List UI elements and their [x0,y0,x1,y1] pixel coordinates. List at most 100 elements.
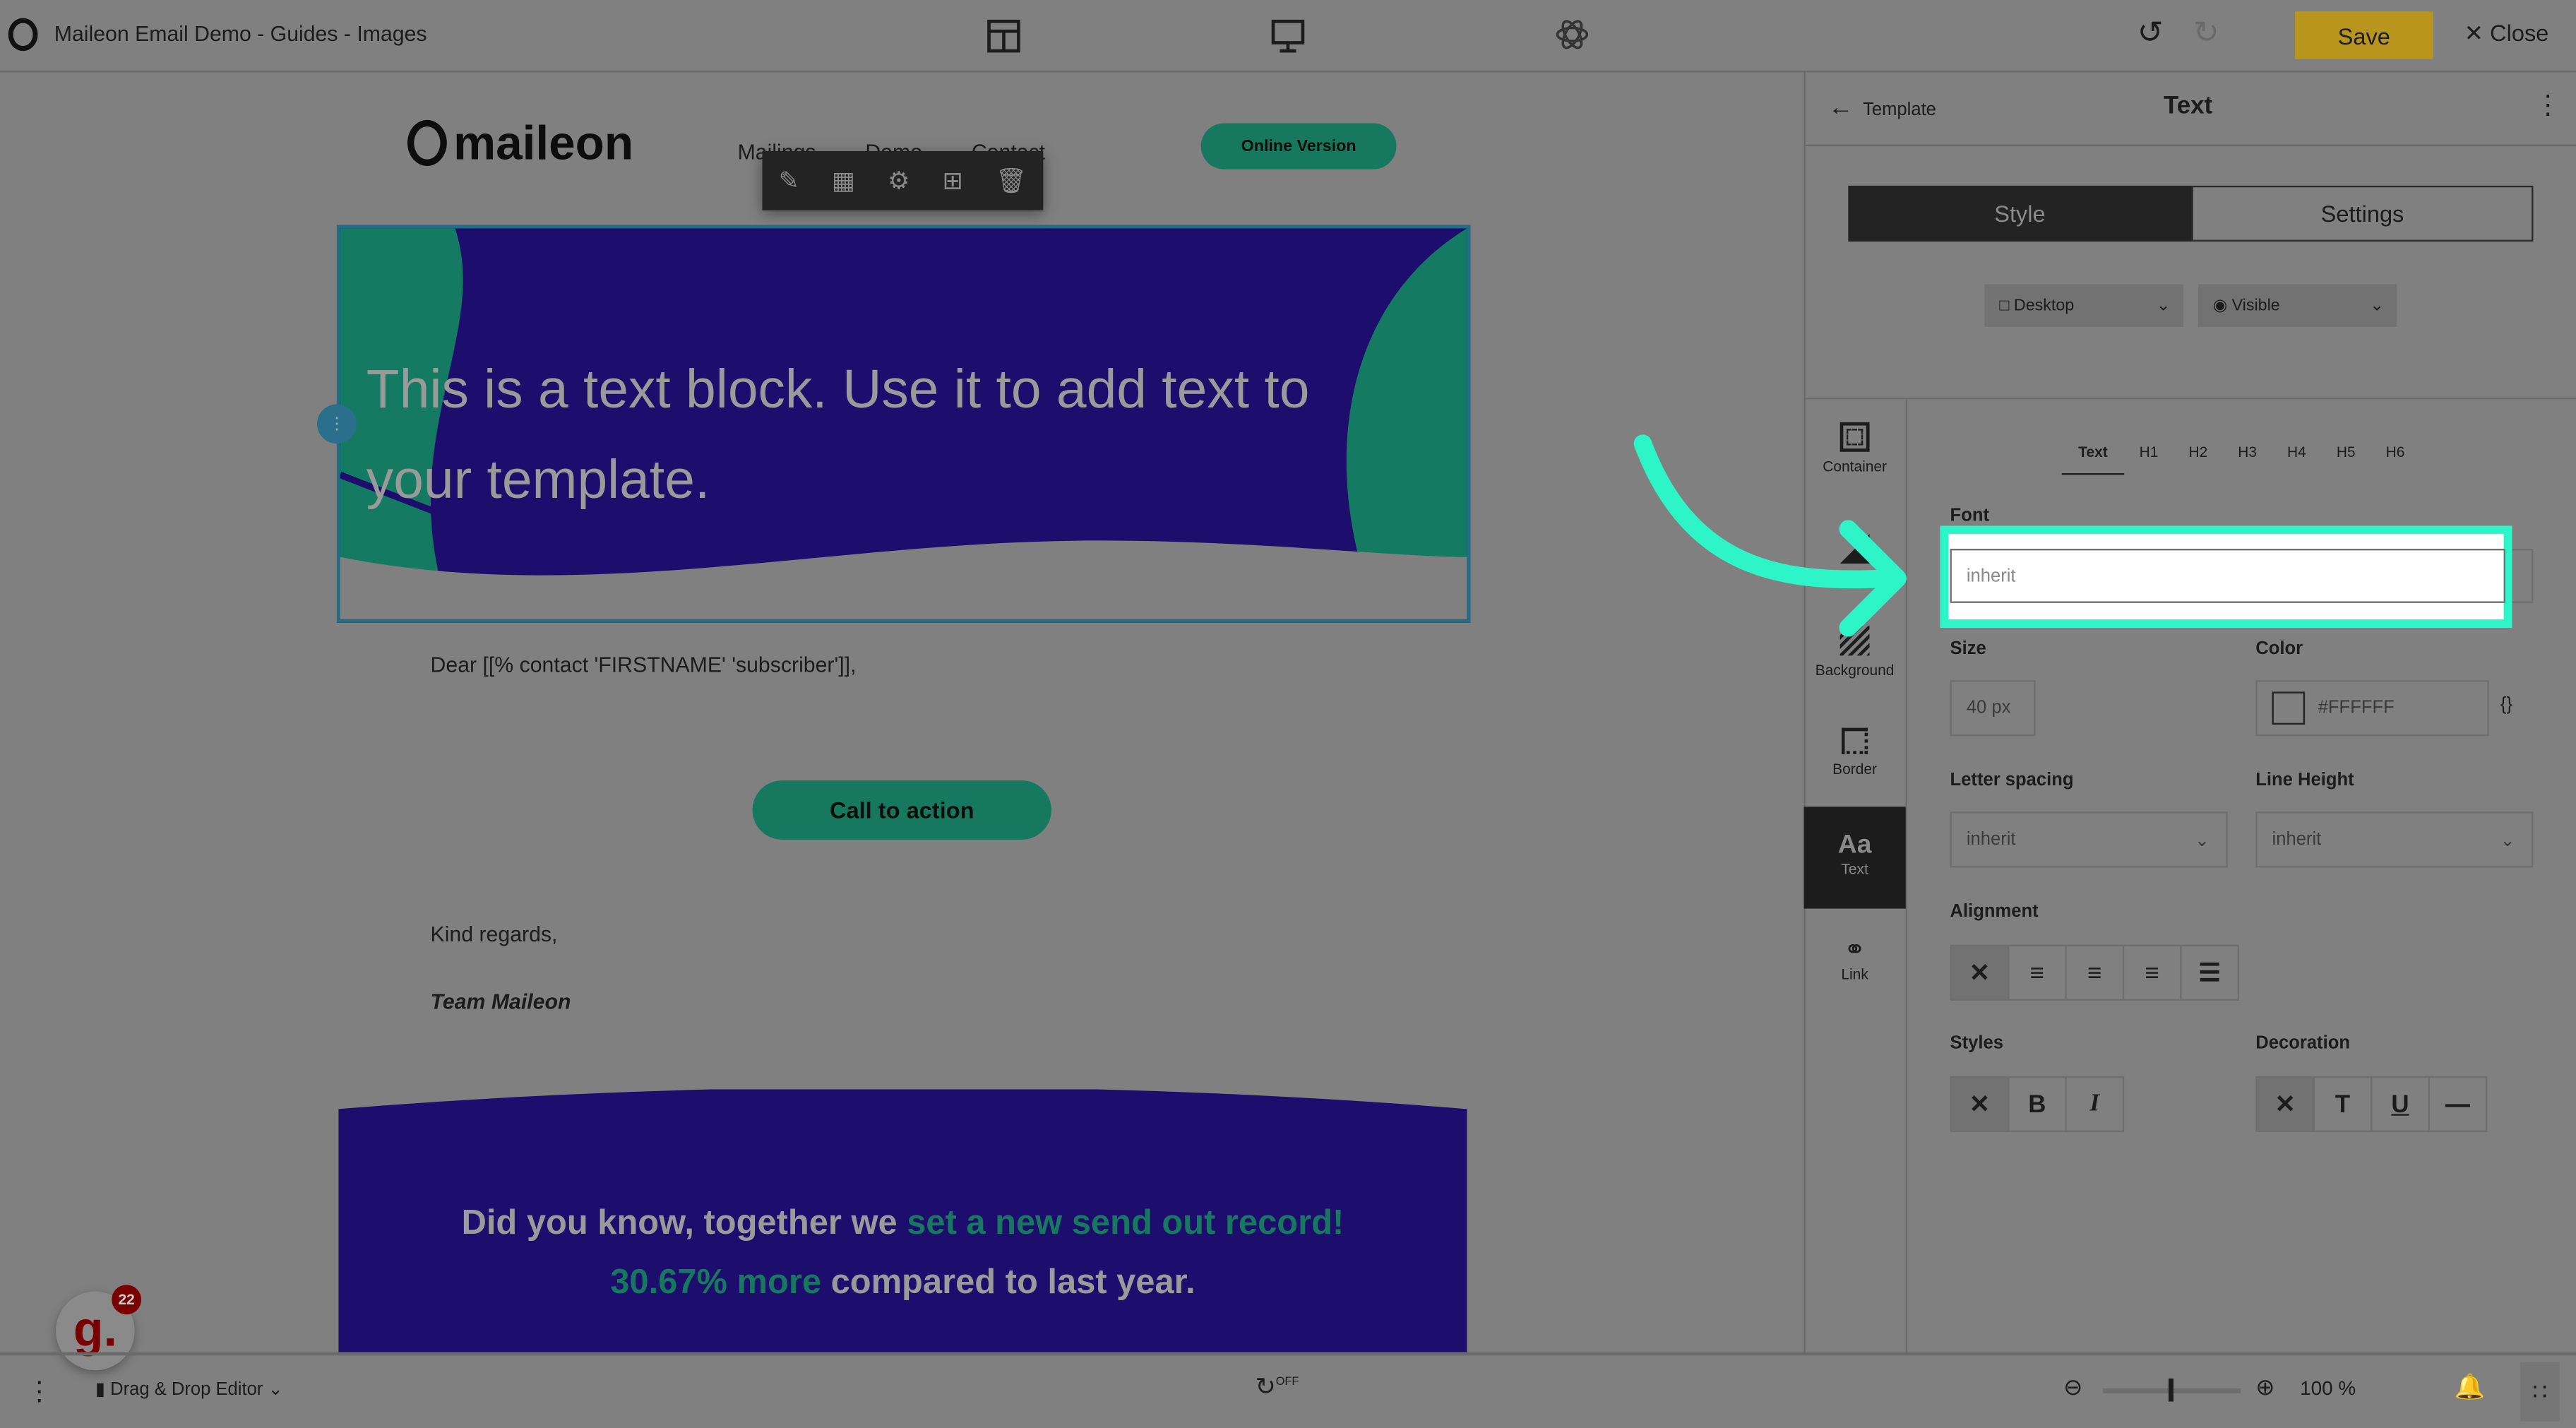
hero-text-block[interactable]: This is a text block. Use it to add text… [336,225,1471,623]
text-level-tabs: Text H1 H2 H3 H4 H5 H6 [2061,444,2420,475]
sidebar-item-text[interactable]: Aa Text [1803,807,1906,909]
style-none-icon[interactable]: ✕ [1951,1078,2010,1131]
fact-block[interactable]: Did you know, together we set a new send… [338,1089,1467,1352]
styles-group: ✕ B I [1950,1076,2125,1132]
decoration-none-icon[interactable]: ✕ [2257,1078,2315,1131]
color-label: Color [2255,639,2303,659]
close-icon: ✕ [2464,19,2491,47]
tab-settings[interactable]: Settings [2191,185,2534,242]
letter-spacing-select[interactable]: inherit ⌄ [1950,811,2228,868]
font-input[interactable]: inherit [1950,549,2505,603]
autosave-icon: ↻ [1255,1373,1276,1402]
atom-icon[interactable] [1554,16,1590,52]
tab-h6[interactable]: H6 [2371,444,2420,475]
at-logo-icon [407,119,447,166]
bell-icon[interactable]: 🔔 [2455,1372,2485,1402]
variable-braces-icon[interactable]: {} [2500,695,2512,715]
size-label: Size [1950,639,1986,659]
decoration-label: Decoration [2255,1033,2350,1054]
size-input[interactable]: 40 px [1950,680,2036,737]
bottom-bar: ⋮ ▮ Drag & Drop Editor ⌄ ↻OFF ⊖ ⊕ 100 % … [0,1352,2576,1428]
alignment-group: ✕ ≡ ≡ ≡ ☰ [1950,944,2240,1001]
tab-h3[interactable]: H3 [2223,444,2272,475]
select-icon[interactable]: ▦ [832,166,855,196]
zoom-value: 100 % [2300,1376,2356,1400]
align-right-icon[interactable]: ≡ [2124,946,2182,999]
fact-text: Did you know, together we set a new send… [461,1204,1344,1302]
chevron-down-icon: ⌄ [2500,831,2515,850]
font-label: Font [1950,506,1989,526]
maileon-logo-icon [8,18,38,52]
autosave-toggle[interactable]: ↻OFF [1255,1372,1299,1402]
align-justify-icon[interactable]: ☰ [2182,946,2238,999]
undo-icon[interactable]: ↺ [2137,15,2164,53]
decoration-group: ✕ T U — [2255,1076,2488,1132]
color-input[interactable]: #FFFFFF [2255,680,2489,737]
editor-icon: ▮ [95,1380,111,1400]
arrow-annotation-icon [1633,434,1907,637]
chevron-down-icon: ⌄ [2156,296,2171,315]
chevron-down-icon: ⌄ [2370,296,2384,315]
more-menu-icon[interactable]: ⋮ [2535,89,2561,122]
zoom-slider-handle[interactable] [2168,1378,2174,1402]
back-button[interactable]: ← Template [1828,94,1936,122]
save-button[interactable]: Save [2295,11,2433,59]
line-height-select[interactable]: inherit ⌄ [2255,811,2534,868]
visibility-select[interactable]: ◉ Visible ⌄ [2198,284,2397,327]
menu-dots-icon[interactable]: ⋮ [26,1375,52,1408]
delete-icon[interactable]: 🗑 [996,166,1027,196]
settings-icon[interactable]: ⚙ [888,166,910,196]
close-button[interactable]: ✕ Close [2464,20,2549,48]
color-swatch[interactable] [2272,691,2306,725]
tab-h4[interactable]: H4 [2272,444,2322,475]
arrow-left-icon: ← [1828,93,1854,122]
bold-icon[interactable]: B [2009,1078,2067,1131]
apps-grid-icon[interactable]: ∷ [2520,1362,2560,1422]
tab-h1[interactable]: H1 [2124,444,2174,475]
line-height-label: Line Height [2255,770,2354,791]
online-version-button[interactable]: Online Version [1200,123,1397,169]
zoom-slider[interactable] [2102,1378,2241,1402]
text-icon: Aa [1837,831,1872,859]
alignment-label: Alignment [1950,902,2039,922]
sidebar-item-link[interactable]: ⚭ Link [1803,909,1905,1011]
align-none-icon[interactable]: ✕ [1951,946,2010,999]
zoom-in-icon[interactable]: ⊕ [2255,1374,2274,1402]
email-logo: maileon [407,119,633,173]
tab-h2[interactable]: H2 [2174,444,2223,475]
letter-spacing-label: Letter spacing [1950,770,2074,791]
border-icon [1842,727,1868,754]
duplicate-icon[interactable]: ⊞ [943,166,963,196]
call-to-action-button[interactable]: Call to action [752,780,1051,840]
align-left-icon[interactable]: ≡ [2009,946,2067,999]
panel-title: Text [2164,92,2213,120]
greeting-text: Dear [[% contact 'FIRSTNAME' 'subscriber… [430,652,857,677]
signature-text: Team Maileon [430,989,571,1014]
tab-style[interactable]: Style [1848,185,2192,242]
top-bar: Maileon Email Demo - Guides - Images ↺ ↻… [0,0,2576,73]
uppercase-icon[interactable]: T [2315,1078,2373,1131]
align-center-icon[interactable]: ≡ [2067,946,2125,999]
tab-h5[interactable]: H5 [2321,444,2371,475]
editor-mode-select[interactable]: ▮ Drag & Drop Editor ⌄ [95,1379,283,1400]
underline-icon[interactable]: U [2372,1078,2430,1131]
chevron-down-icon: ⌄ [263,1380,283,1400]
desktop-icon: □ [1999,296,2014,315]
layout-icon[interactable] [986,18,1022,54]
tab-text[interactable]: Text [2061,444,2125,475]
badge-count: 22 [112,1285,142,1315]
app-title: Maileon Email Demo - Guides - Images [54,21,427,47]
zoom-out-icon[interactable]: ⊖ [2063,1374,2082,1402]
desktop-icon[interactable] [1270,18,1306,54]
edit-icon[interactable]: ✎ [779,166,799,196]
strikethrough-icon[interactable]: — [2430,1078,2486,1130]
link-icon: ⚭ [1844,936,1866,965]
italic-icon[interactable]: I [2067,1078,2123,1130]
chevron-down-icon: ⌄ [2194,831,2210,850]
hero-text: This is a text block. Use it to add text… [366,358,1310,510]
drag-handle-icon[interactable]: ⋮ [317,404,357,444]
device-select[interactable]: □ Desktop ⌄ [1984,284,2183,327]
sidebar-item-border[interactable]: Border [1803,705,1905,807]
block-toolbar: ✎ ▦ ⚙ ⊞ 🗑 [762,151,1044,210]
redo-icon[interactable]: ↻ [2193,15,2219,53]
